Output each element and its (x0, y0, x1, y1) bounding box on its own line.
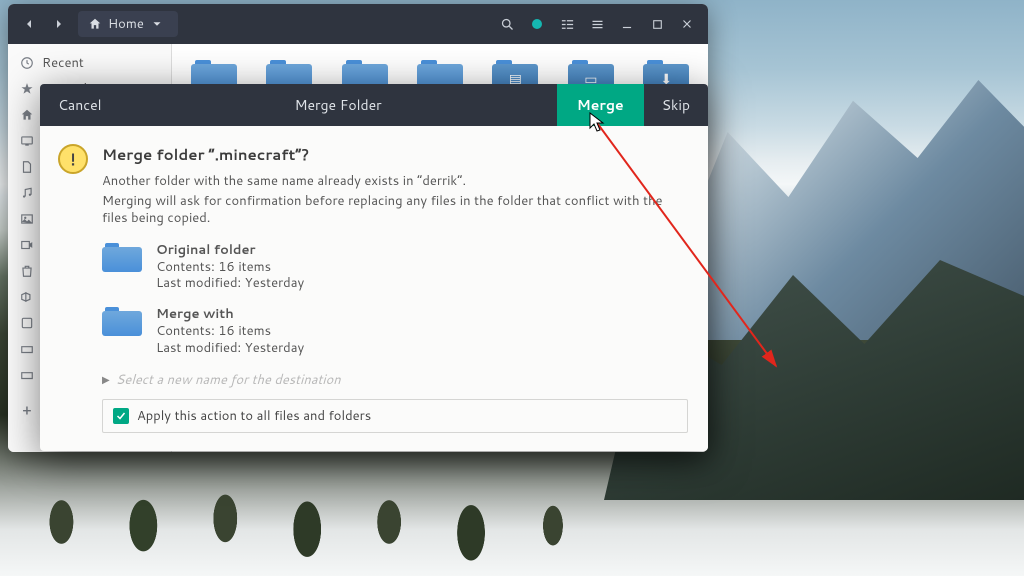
sidebar-item-recent[interactable]: Recent (8, 50, 171, 76)
dialog-title: Merge Folder (120, 95, 557, 115)
folder-icon (102, 242, 142, 272)
original-title: Original folder (156, 242, 304, 259)
mergewith-contents: Contents: 16 items (156, 323, 304, 340)
folder-icon (102, 306, 142, 336)
dialog-line1: Another folder with the same name alread… (102, 173, 688, 191)
mergewith-title: Merge with (156, 306, 304, 323)
merge-with-info: Merge with Contents: 16 items Last modif… (102, 306, 688, 357)
sidebar-item-label: Recent (42, 54, 84, 72)
checkbox-checked-icon (113, 408, 129, 424)
activity-indicator-icon (532, 19, 542, 29)
titlebar: Home (8, 4, 708, 44)
original-contents: Contents: 16 items (156, 259, 304, 276)
hamburger-menu-button[interactable] (582, 9, 612, 39)
expander-label: Select a new name for the destination (116, 371, 341, 389)
search-button[interactable] (492, 9, 522, 39)
forward-button[interactable] (44, 9, 74, 39)
apply-all-checkbox-row[interactable]: Apply this action to all files and folde… (102, 399, 688, 433)
expand-triangle-icon: ▶ (102, 373, 110, 387)
breadcrumb-label: Home (108, 15, 144, 33)
home-icon (88, 17, 102, 31)
dialog-header: Cancel Merge Folder Merge Skip (40, 84, 708, 126)
dialog-question: Merge folder “.minecraft”? (102, 144, 688, 165)
original-folder-info: Original folder Contents: 16 items Last … (102, 242, 688, 293)
merge-folder-dialog: Cancel Merge Folder Merge Skip ! Merge f… (40, 84, 708, 451)
warning-icon: ! (58, 144, 88, 174)
mergewith-modified: Last modified: Yesterday (156, 340, 304, 357)
close-button[interactable] (672, 9, 702, 39)
dialog-line2: Merging will ask for confirmation before… (102, 193, 688, 228)
breadcrumb[interactable]: Home (78, 11, 178, 37)
minimize-button[interactable] (612, 9, 642, 39)
merge-button[interactable]: Merge (557, 84, 644, 126)
original-modified: Last modified: Yesterday (156, 275, 304, 292)
chevron-down-icon (150, 17, 164, 31)
apply-all-label: Apply this action to all files and folde… (137, 407, 371, 425)
cancel-button[interactable]: Cancel (40, 84, 120, 126)
rename-expander[interactable]: ▶ Select a new name for the destination (102, 371, 688, 389)
view-toggle-button[interactable] (552, 9, 582, 39)
back-button[interactable] (14, 9, 44, 39)
skip-button[interactable]: Skip (644, 84, 708, 126)
maximize-button[interactable] (642, 9, 672, 39)
